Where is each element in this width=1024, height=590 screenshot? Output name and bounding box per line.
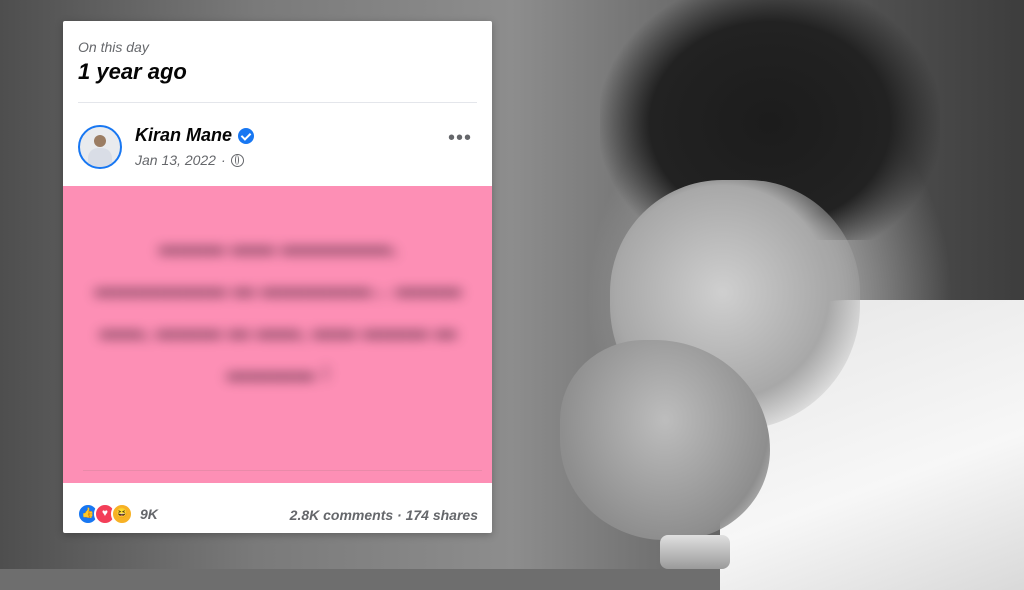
avatar[interactable] bbox=[78, 125, 122, 169]
divider bbox=[78, 102, 477, 103]
post-bottom-line bbox=[83, 470, 482, 471]
post-author[interactable]: Kiran Mane bbox=[135, 125, 255, 146]
stats-separator: · bbox=[397, 507, 402, 523]
globe-icon bbox=[230, 153, 244, 167]
post-meta: Jan 13, 2022 · bbox=[135, 152, 244, 168]
post-stats: 2.8K comments · 174 shares bbox=[290, 507, 478, 523]
memory-title: 1 year ago bbox=[78, 59, 187, 84]
reaction-count: 9K bbox=[140, 506, 158, 522]
photo-watch bbox=[660, 535, 730, 569]
more-options-icon[interactable]: ••• bbox=[448, 127, 472, 150]
shares-count[interactable]: 174 shares bbox=[406, 507, 478, 523]
memory-label: On this day bbox=[78, 39, 149, 55]
verified-badge-icon bbox=[238, 127, 255, 144]
avatar-body bbox=[88, 148, 112, 167]
comments-count[interactable]: 2.8K comments bbox=[290, 507, 393, 523]
post-footer: 👍 ♥ 😆 9K 2.8K comments · 174 shares bbox=[63, 491, 492, 533]
meta-separator: · bbox=[220, 152, 226, 168]
post-content[interactable]: ▬▬▬ ▬▬ ▬▬▬▬▬, ▬▬▬▬▬▬ ▬ ▬▬▬▬▬... ▬▬▬ ▬▬, … bbox=[63, 186, 492, 483]
haha-reaction-icon: 😆 bbox=[111, 503, 133, 525]
post-text-blurred: ▬▬▬ ▬▬ ▬▬▬▬▬, ▬▬▬▬▬▬ ▬ ▬▬▬▬▬... ▬▬▬ ▬▬, … bbox=[94, 234, 462, 385]
post-date[interactable]: Jan 13, 2022 bbox=[135, 152, 216, 168]
avatar-head bbox=[94, 135, 106, 147]
author-name[interactable]: Kiran Mane bbox=[135, 125, 232, 146]
memory-card: On this day 1 year ago Kiran Mane Jan 13… bbox=[63, 21, 492, 533]
reactions-summary[interactable]: 👍 ♥ 😆 9K bbox=[77, 503, 158, 525]
